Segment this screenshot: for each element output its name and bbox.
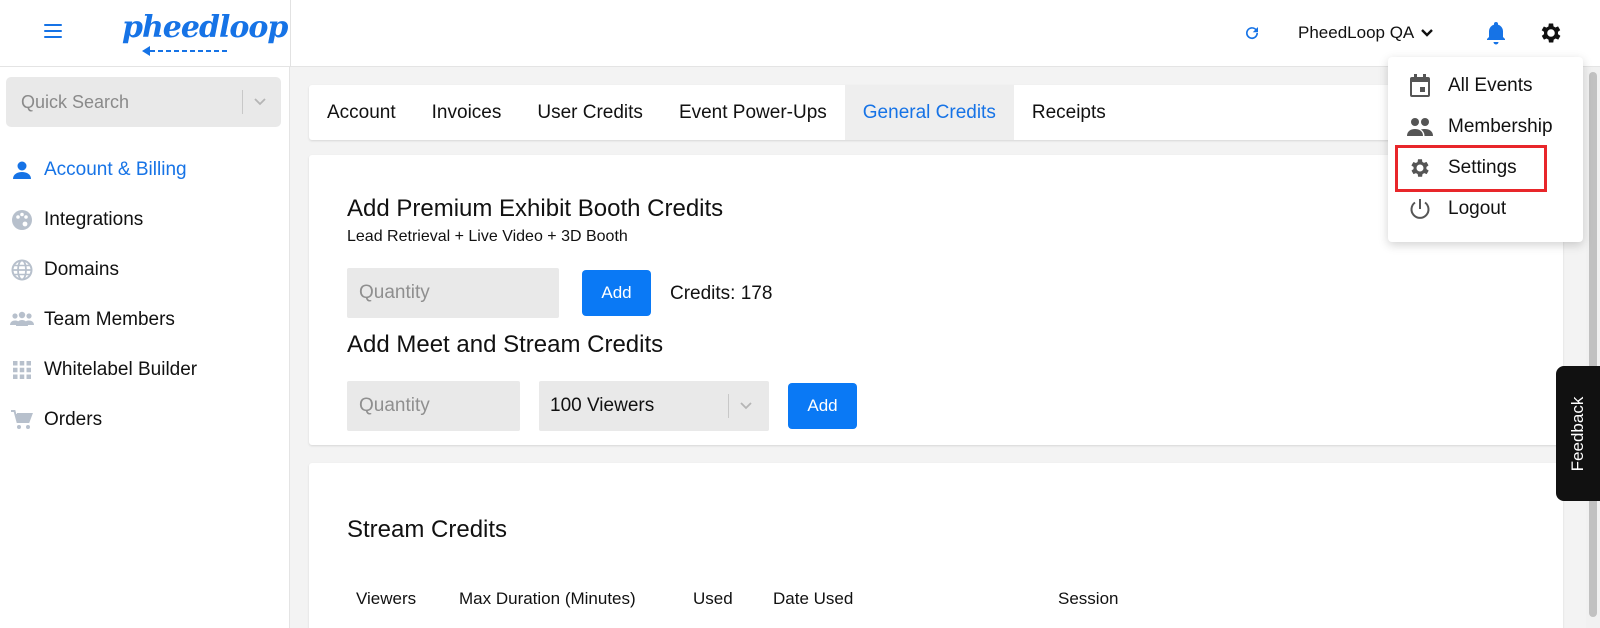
top-bar: pheedloop PheedLoop QA (0, 0, 1600, 67)
logo-arrow-icon (142, 46, 228, 56)
tab-invoices[interactable]: Invoices (414, 85, 520, 140)
billing-tabs: Account Invoices User Credits Event Powe… (309, 85, 1563, 140)
hamburger-menu-icon[interactable] (44, 24, 62, 40)
menu-item-logout[interactable]: Logout (1406, 192, 1506, 226)
chevron-down-icon[interactable] (253, 95, 267, 109)
meet-add-button[interactable]: Add (788, 383, 857, 429)
refresh-icon[interactable] (1243, 24, 1261, 42)
tab-account[interactable]: Account (309, 85, 414, 140)
group-icon (10, 308, 34, 332)
menu-item-settings[interactable]: Settings (1406, 151, 1517, 185)
premium-quantity-input[interactable] (347, 268, 559, 318)
people-icon (1406, 113, 1434, 141)
quick-search-separator (242, 90, 243, 114)
settings-dropdown-menu: All Events Membership Settings Logout (1388, 57, 1583, 242)
menu-item-label: Settings (1448, 157, 1517, 178)
sidebar-item-label: Team Members (44, 309, 175, 330)
sidebar-item-label: Integrations (44, 209, 144, 230)
tab-receipts[interactable]: Receipts (1014, 85, 1124, 140)
menu-item-label: Membership (1448, 116, 1553, 137)
column-header-used: Used (693, 589, 733, 608)
viewers-select-separator (728, 394, 729, 418)
grid-icon (10, 358, 34, 382)
sidebar: Quick Search Account & Billing Integrati… (0, 67, 290, 628)
settings-gear-icon[interactable] (1538, 20, 1564, 46)
power-icon (1406, 195, 1434, 223)
sidebar-item-label: Account & Billing (44, 159, 187, 180)
quick-search-placeholder: Quick Search (21, 91, 130, 112)
person-icon (10, 158, 34, 182)
sidebar-item-label: Whitelabel Builder (44, 359, 198, 380)
sidebar-item-whitelabel-builder[interactable]: Whitelabel Builder (0, 345, 290, 395)
sidebar-item-domains[interactable]: Domains (0, 245, 290, 295)
sidebar-item-label: Orders (44, 409, 103, 430)
menu-item-label: Logout (1448, 198, 1507, 219)
feedback-tab[interactable]: Feedback (1556, 366, 1600, 501)
scrollbar-thumb[interactable] (1589, 72, 1597, 617)
palette-icon (10, 208, 34, 232)
column-header-max-duration: Max Duration (Minutes) (459, 589, 636, 608)
viewers-selected-value: 100 Viewers (550, 395, 655, 416)
organization-selector[interactable]: PheedLoop QA (1298, 20, 1434, 46)
sidebar-nav: Account & Billing Integrations Domains T… (0, 145, 290, 445)
column-header-viewers: Viewers (356, 589, 417, 608)
column-header-date-used: Date Used (773, 589, 854, 608)
feedback-label: Feedback (1568, 396, 1587, 471)
premium-credits-subtitle: Lead Retrieval + Live Video + 3D Booth (347, 228, 628, 245)
chevron-down-icon (740, 402, 752, 410)
premium-add-button[interactable]: Add (582, 270, 651, 316)
quick-search-input[interactable]: Quick Search (6, 77, 281, 127)
logo-text: pheedloop (122, 10, 288, 45)
sidebar-item-orders[interactable]: Orders (0, 395, 290, 445)
premium-credits-count: Credits: 178 (670, 283, 773, 304)
tab-event-power-ups[interactable]: Event Power-Ups (661, 85, 845, 140)
globe-icon (10, 258, 34, 282)
calendar-icon (1406, 72, 1434, 100)
sidebar-item-label: Domains (44, 259, 119, 280)
viewers-select[interactable]: 100 Viewers (539, 381, 769, 431)
stream-credits-card: Stream Credits Viewers Max Duration (Min… (309, 463, 1563, 628)
pheedloop-logo[interactable]: pheedloop (122, 10, 288, 56)
chevron-down-icon (1421, 29, 1434, 37)
org-name: PheedLoop QA (1298, 23, 1415, 42)
meet-stream-credits-title: Add Meet and Stream Credits (347, 331, 664, 358)
column-header-session: Session (1058, 589, 1119, 608)
gear-icon (1406, 154, 1434, 182)
bell-icon[interactable] (1484, 20, 1508, 46)
topbar-divider (290, 0, 291, 67)
cart-icon (10, 408, 34, 432)
sidebar-item-team-members[interactable]: Team Members (0, 295, 290, 345)
sidebar-item-account-billing[interactable]: Account & Billing (0, 145, 290, 195)
add-credits-card: Add Premium Exhibit Booth Credits Lead R… (309, 155, 1563, 445)
menu-item-all-events[interactable]: All Events (1406, 69, 1532, 103)
sidebar-item-integrations[interactable]: Integrations (0, 195, 290, 245)
tab-user-credits[interactable]: User Credits (519, 85, 661, 140)
premium-credits-title: Add Premium Exhibit Booth Credits (347, 195, 724, 222)
menu-item-label: All Events (1448, 75, 1533, 96)
meet-quantity-input[interactable] (347, 381, 520, 431)
stream-credits-title: Stream Credits (347, 516, 508, 543)
tab-general-credits[interactable]: General Credits (844, 85, 1014, 140)
menu-item-membership[interactable]: Membership (1406, 110, 1553, 144)
